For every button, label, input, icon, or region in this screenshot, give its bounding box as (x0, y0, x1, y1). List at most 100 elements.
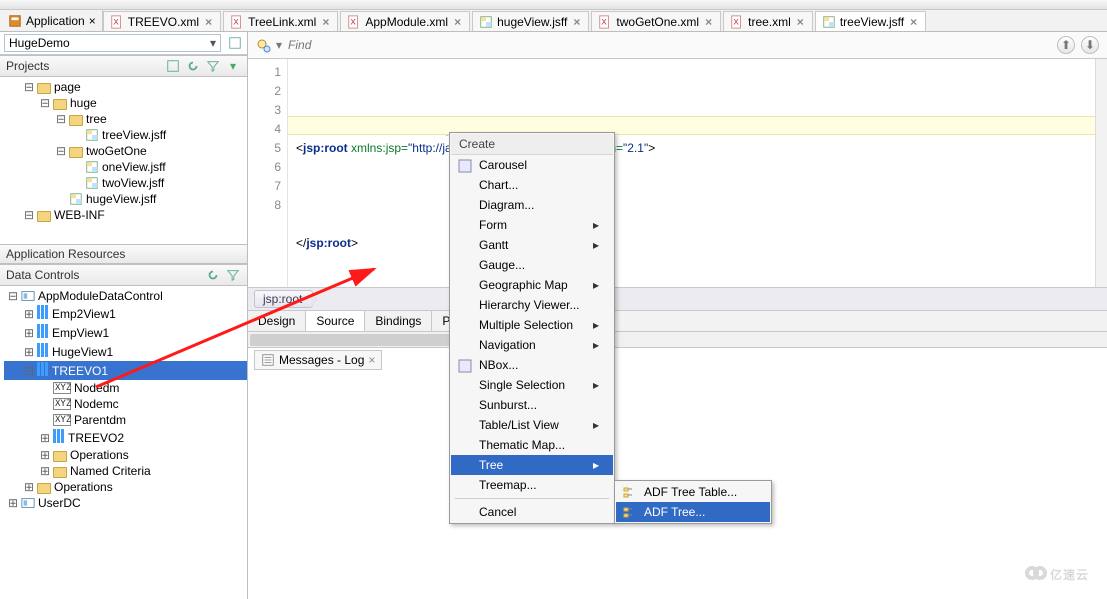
tree-twisty[interactable]: ⊞ (40, 448, 50, 462)
messages-panel-tabs: Messages - Log × (248, 347, 1107, 372)
application-selector[interactable]: HugeDemo ▾ (4, 34, 221, 52)
menu-item[interactable]: ADF Tree Table... (616, 482, 770, 502)
projects-tool-1[interactable] (165, 58, 181, 74)
breadcrumb-item[interactable]: jsp:root (254, 290, 313, 308)
tree-row[interactable]: ⊞TREEVO2 (4, 428, 247, 447)
tree-twisty[interactable]: ⊟ (40, 96, 50, 110)
close-icon[interactable]: × (89, 14, 96, 28)
tree-row[interactable]: treeView.jsff (4, 127, 247, 143)
application-tab[interactable]: Application × (2, 10, 103, 31)
tree-twisty[interactable]: ⊞ (8, 496, 18, 510)
menu-item[interactable]: Gauge... (451, 255, 613, 275)
editor-tab[interactable]: xtree.xml× (723, 11, 813, 31)
tree-twisty[interactable]: ⊟ (24, 80, 34, 94)
menu-item[interactable]: Hierarchy Viewer... (451, 295, 613, 315)
tree-row[interactable]: ⊟tree (4, 111, 247, 127)
editor-tab[interactable]: xAppModule.xml× (340, 11, 470, 31)
menu-item[interactable]: Single Selection▸ (451, 375, 613, 395)
refresh-icon[interactable] (205, 267, 221, 283)
menu-item[interactable]: Thematic Map... (451, 435, 613, 455)
tree-row[interactable]: ⊟AppModuleDataControl (4, 288, 247, 304)
close-icon[interactable]: × (571, 15, 582, 29)
close-icon[interactable]: × (368, 353, 375, 367)
tree-twisty[interactable]: ⊟ (56, 112, 66, 126)
tree-twisty[interactable]: ⊟ (56, 144, 66, 158)
find-scope-icon[interactable] (256, 38, 270, 52)
find-next-button[interactable]: ⬇ (1081, 36, 1099, 54)
chevron-down-icon[interactable]: ▾ (276, 38, 282, 52)
code-area[interactable]: <?xml version='1.0' encoding='UTF-8'?> <… (288, 59, 1095, 287)
refresh-icon[interactable] (185, 58, 201, 74)
view-tab[interactable]: Bindings (365, 311, 432, 331)
editor-tab[interactable]: treeView.jsff× (815, 11, 926, 31)
menu-item[interactable]: ADF Tree... (616, 502, 770, 522)
filter-icon[interactable] (205, 58, 221, 74)
projects-tree[interactable]: ⊟page⊟huge⊟treetreeView.jsff⊟twoGetOneon… (0, 77, 247, 244)
find-prev-button[interactable]: ⬆ (1057, 36, 1075, 54)
close-icon[interactable]: × (795, 15, 806, 29)
menu-item[interactable]: Diagram... (451, 195, 613, 215)
tree-row[interactable]: XYZNodedm (4, 380, 247, 396)
tree-twisty[interactable]: ⊟ (8, 289, 18, 303)
tree-row[interactable]: XYZNodemc (4, 396, 247, 412)
editor-tab[interactable]: xtwoGetOne.xml× (591, 11, 721, 31)
menu-item[interactable]: Multiple Selection▸ (451, 315, 613, 335)
tree-twisty[interactable]: ⊞ (24, 307, 34, 321)
horizontal-scrollbar[interactable] (248, 331, 1107, 347)
tree-row[interactable]: ⊞Emp2View1 (4, 304, 247, 323)
menu-item-icon (622, 505, 638, 521)
app-selector-tool[interactable] (227, 35, 243, 51)
menu-item[interactable]: Geographic Map▸ (451, 275, 613, 295)
tree-twisty[interactable]: ⊟ (24, 364, 34, 378)
projects-menu-icon[interactable]: ▾ (225, 58, 241, 74)
menu-item[interactable]: Table/List View▸ (451, 415, 613, 435)
close-icon[interactable]: × (320, 15, 331, 29)
close-icon[interactable]: × (703, 15, 714, 29)
tree-twisty[interactable]: ⊞ (40, 431, 50, 445)
editor-tab[interactable]: xTREEVO.xml× (103, 11, 221, 31)
tree-row[interactable]: hugeView.jsff (4, 191, 247, 207)
tree-row[interactable]: ⊞Operations (4, 479, 247, 495)
tree-row[interactable]: oneView.jsff (4, 159, 247, 175)
menu-item[interactable]: Treemap... (451, 475, 613, 495)
code-editor[interactable]: 12345678 <?xml version='1.0' encoding='U… (248, 59, 1107, 287)
messages-log-tab[interactable]: Messages - Log × (254, 350, 382, 370)
find-input[interactable] (288, 38, 488, 52)
close-icon[interactable]: × (452, 15, 463, 29)
tree-row[interactable]: twoView.jsff (4, 175, 247, 191)
tree-row[interactable]: ⊞Named Criteria (4, 463, 247, 479)
tree-twisty[interactable]: ⊞ (24, 345, 34, 359)
editor-tab[interactable]: hugeView.jsff× (472, 11, 589, 31)
menu-item[interactable]: Tree▸ (451, 455, 613, 475)
tree-row[interactable]: ⊞UserDC (4, 495, 247, 511)
tree-twisty[interactable]: ⊞ (40, 464, 50, 478)
editor-tab[interactable]: xTreeLink.xml× (223, 11, 338, 31)
menu-item[interactable]: Form▸ (451, 215, 613, 235)
tree-twisty[interactable]: ⊞ (24, 480, 34, 494)
filter-icon[interactable] (225, 267, 241, 283)
menu-item[interactable]: Carousel (451, 155, 613, 175)
data-controls-tree[interactable]: ⊟AppModuleDataControl⊞Emp2View1⊞EmpView1… (0, 286, 247, 599)
menu-item-cancel[interactable]: Cancel (451, 502, 613, 522)
tree-row[interactable]: XYZParentdm (4, 412, 247, 428)
tree-row[interactable]: ⊞EmpView1 (4, 323, 247, 342)
tree-twisty[interactable]: ⊟ (24, 208, 34, 222)
menu-item[interactable]: Sunburst... (451, 395, 613, 415)
tree-row[interactable]: ⊟huge (4, 95, 247, 111)
menu-item[interactable]: Chart... (451, 175, 613, 195)
menu-item[interactable]: Gantt▸ (451, 235, 613, 255)
tree-row[interactable]: ⊟twoGetOne (4, 143, 247, 159)
menu-item[interactable]: NBox... (451, 355, 613, 375)
tree-row[interactable]: ⊟page (4, 79, 247, 95)
menu-item[interactable]: Navigation▸ (451, 335, 613, 355)
tree-twisty[interactable]: ⊞ (24, 326, 34, 340)
tree-row[interactable]: ⊟TREEVO1 (4, 361, 247, 380)
close-icon[interactable]: × (203, 15, 214, 29)
close-icon[interactable]: × (908, 15, 919, 29)
tree-row[interactable]: ⊟WEB-INF (4, 207, 247, 223)
overview-ruler[interactable] (1095, 59, 1107, 287)
view-tab[interactable]: Source (306, 311, 365, 331)
tree-row[interactable]: ⊞HugeView1 (4, 342, 247, 361)
tree-row[interactable]: ⊞Operations (4, 447, 247, 463)
view-tab[interactable]: Design (248, 311, 306, 331)
